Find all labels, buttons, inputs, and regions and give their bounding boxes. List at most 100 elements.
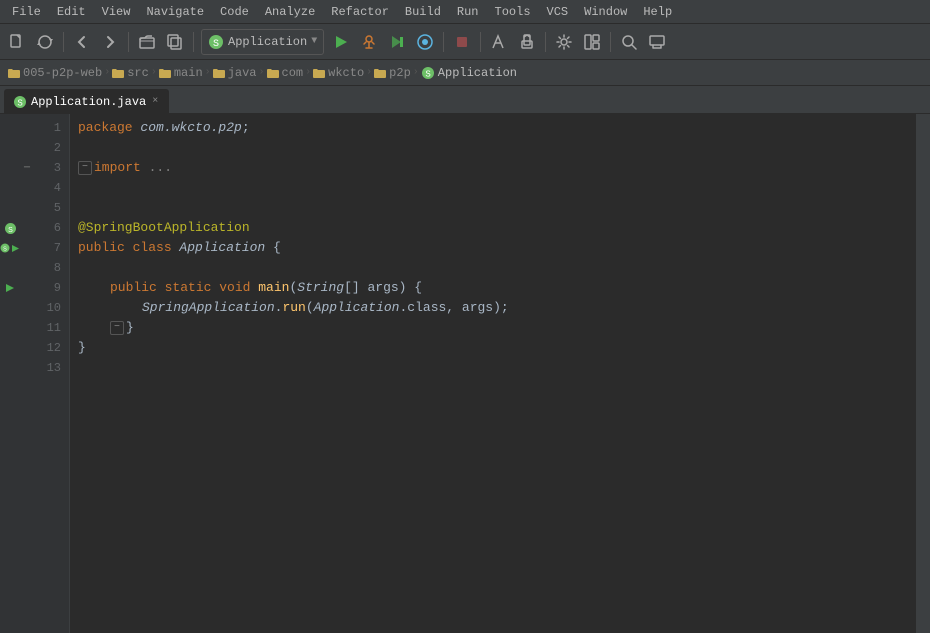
tab-application-java[interactable]: S Application.java × xyxy=(4,89,169,113)
wkcto-folder-icon xyxy=(313,68,325,78)
gutter-icon-4 xyxy=(0,178,20,198)
code-editor: S S 1 2 ─ 3 4 5 6 7 8 9 10 11 12 xyxy=(0,114,930,633)
copy-path-button[interactable] xyxy=(162,29,188,55)
breadcrumb-main[interactable]: main xyxy=(159,66,203,80)
menu-help[interactable]: Help xyxy=(635,3,680,21)
svg-text:S: S xyxy=(17,98,22,107)
menu-file[interactable]: File xyxy=(4,3,49,21)
code-line-5 xyxy=(78,198,916,218)
breadcrumb: 005-p2p-web › src › main › java › com › … xyxy=(0,60,930,86)
debug-button[interactable] xyxy=(356,29,382,55)
breadcrumb-wkcto[interactable]: wkcto xyxy=(313,66,364,80)
build-button[interactable] xyxy=(486,29,512,55)
fold-button-3[interactable]: − xyxy=(78,161,92,175)
sep2: › xyxy=(151,67,157,78)
code-line-9: public static void main(String[] args) { xyxy=(78,278,916,298)
breadcrumb-src[interactable]: src xyxy=(112,66,149,80)
breadcrumb-java[interactable]: java xyxy=(213,66,257,80)
breadcrumb-main-label: main xyxy=(174,66,203,80)
run-gutter-icon[interactable] xyxy=(11,244,20,253)
run-coverage-button[interactable] xyxy=(384,29,410,55)
p2p-folder-icon xyxy=(374,68,386,78)
presentation-button[interactable] xyxy=(644,29,670,55)
toolbar-sep-4 xyxy=(443,32,444,52)
code-line-8 xyxy=(78,258,916,278)
line-num-6: 6 xyxy=(20,218,69,238)
toolbar-sep-7 xyxy=(610,32,611,52)
toolbar-sep-1 xyxy=(63,32,64,52)
code-line-6: @SpringBootApplication xyxy=(78,218,916,238)
fold-button-11[interactable]: − xyxy=(110,321,124,335)
menu-analyze[interactable]: Analyze xyxy=(257,3,323,21)
search-button[interactable] xyxy=(616,29,642,55)
profile-button[interactable] xyxy=(412,29,438,55)
line-num-10: 10 xyxy=(20,298,69,318)
sep5: › xyxy=(305,67,311,78)
svg-text:S: S xyxy=(8,227,13,234)
gutter-icon-10 xyxy=(0,298,20,318)
gutter-icon-5 xyxy=(0,198,20,218)
toolbar-sep-6 xyxy=(545,32,546,52)
open-file-button[interactable] xyxy=(134,29,160,55)
menu-vcs[interactable]: VCS xyxy=(539,3,577,21)
scrollbar-right[interactable] xyxy=(916,114,930,633)
menu-navigate[interactable]: Navigate xyxy=(138,3,212,21)
settings-button[interactable] xyxy=(551,29,577,55)
sep7: › xyxy=(413,67,419,78)
menu-tools[interactable]: Tools xyxy=(487,3,539,21)
code-content[interactable]: package com.wkcto.p2p; −import ... @Spri… xyxy=(70,114,916,633)
spring-icon: S xyxy=(208,34,224,50)
code-line-7: public class Application { xyxy=(78,238,916,258)
layout-button[interactable] xyxy=(579,29,605,55)
run-config-selector[interactable]: S Application ▼ xyxy=(201,29,324,55)
com-folder-icon xyxy=(267,68,279,78)
code-line-12: } xyxy=(78,338,916,358)
back-button[interactable] xyxy=(69,29,95,55)
gutter-icon-7[interactable]: S xyxy=(0,238,20,258)
fold-indicator-3[interactable]: ─ xyxy=(24,163,30,174)
line-num-5: 5 xyxy=(20,198,69,218)
line-num-9: 9 xyxy=(20,278,69,298)
gutter-icon-3 xyxy=(0,158,20,178)
gutter-icon-6[interactable]: S xyxy=(0,218,20,238)
gutter-icon-9[interactable] xyxy=(0,278,20,298)
main-folder-icon xyxy=(159,68,171,78)
dropdown-arrow-icon: ▼ xyxy=(311,36,317,47)
menu-run[interactable]: Run xyxy=(449,3,487,21)
menu-build[interactable]: Build xyxy=(397,3,449,21)
breadcrumb-com[interactable]: com xyxy=(267,66,304,80)
gutter-icon-12 xyxy=(0,338,20,358)
gutter-icon-13 xyxy=(0,358,20,378)
tab-filename: Application.java xyxy=(31,95,146,109)
line-num-4: 4 xyxy=(20,178,69,198)
breadcrumb-src-label: src xyxy=(127,66,149,80)
line-num-11: 11 xyxy=(20,318,69,338)
run-button[interactable] xyxy=(328,29,354,55)
gutter-icon-8 xyxy=(0,258,20,278)
menu-code[interactable]: Code xyxy=(212,3,257,21)
breadcrumb-com-label: com xyxy=(282,66,304,80)
new-file-button[interactable] xyxy=(4,29,30,55)
stop-button[interactable] xyxy=(449,29,475,55)
gutter-icons: S S xyxy=(0,114,20,633)
run-config-label: Application xyxy=(228,35,307,49)
toolbar-sep-3 xyxy=(193,32,194,52)
line-num-3: ─ 3 xyxy=(20,158,69,178)
spring-gutter-icon: S xyxy=(0,243,10,253)
toolbar-sep-5 xyxy=(480,32,481,52)
sync-button[interactable] xyxy=(32,29,58,55)
tab-spring-icon: S xyxy=(13,95,27,109)
breadcrumb-p2p[interactable]: p2p xyxy=(374,66,411,80)
breadcrumb-project[interactable]: 005-p2p-web xyxy=(8,66,102,80)
svg-text:S: S xyxy=(213,39,219,50)
menu-window[interactable]: Window xyxy=(576,3,635,21)
tab-close-button[interactable]: × xyxy=(150,95,160,108)
java-folder-icon xyxy=(213,68,225,78)
menu-edit[interactable]: Edit xyxy=(49,3,94,21)
menu-view[interactable]: View xyxy=(94,3,139,21)
breadcrumb-application[interactable]: S Application xyxy=(421,66,517,80)
menu-refactor[interactable]: Refactor xyxy=(323,3,397,21)
breadcrumb-wkcto-label: wkcto xyxy=(328,66,364,80)
refresh-button[interactable] xyxy=(514,29,540,55)
forward-button[interactable] xyxy=(97,29,123,55)
